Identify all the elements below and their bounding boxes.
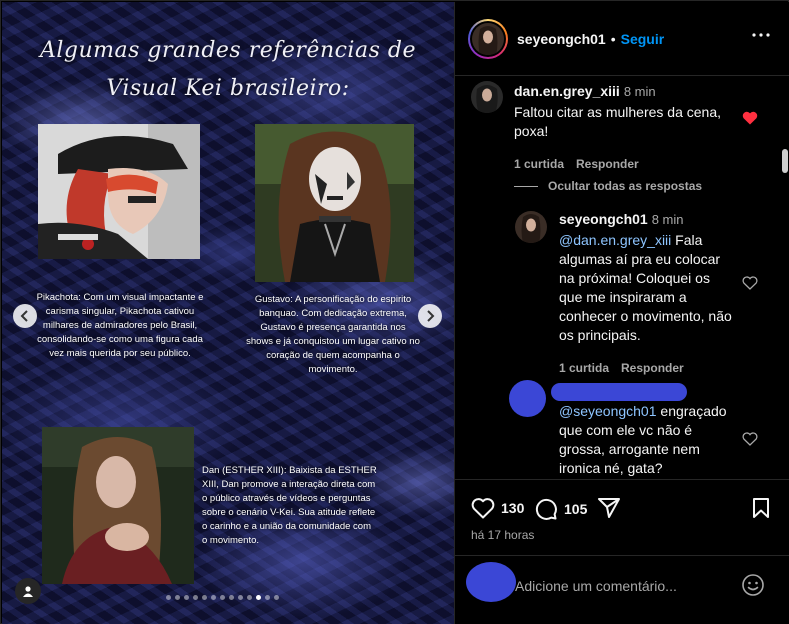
bookmark-icon: [753, 498, 769, 518]
carousel-dot: [202, 595, 207, 600]
reply: seyeongch01 8 min @dan.en.grey_xiii Fala …: [559, 211, 744, 375]
reply-username[interactable]: seyeongch01: [559, 211, 648, 227]
carousel-dot: [175, 595, 180, 600]
comment-count[interactable]: 105: [564, 501, 587, 517]
photo-gustavo: [255, 124, 414, 282]
reply-heart-icon[interactable]: [742, 432, 758, 446]
caption-gustavo: Gustavo: A personificação do espirito ba…: [246, 294, 420, 375]
reply-text-line: grossa, arrogante nem: [559, 441, 700, 457]
hide-replies-label: Ocultar todas as respostas: [548, 179, 703, 193]
reply-heart-icon[interactable]: [742, 276, 758, 290]
chevron-left-icon: [20, 310, 28, 322]
comment-text: Faltou citar as mulheres da cena, poxa!: [514, 103, 744, 141]
follow-button[interactable]: Seguir: [621, 31, 665, 47]
comment-username[interactable]: dan.en.grey_xiii: [514, 83, 620, 99]
photo-pikachota: [38, 124, 200, 259]
carousel-dot: [166, 595, 171, 600]
reply-text-line: na próxima! Coloquei os: [559, 270, 710, 286]
carousel-dot: [238, 595, 243, 600]
post-timestamp[interactable]: há 17 horas: [471, 528, 534, 542]
comment-bubble-icon: [535, 498, 557, 520]
reply-time: 8 min: [651, 212, 684, 227]
caption-pikachota: Pikachota: Com um visual impactante e ca…: [36, 292, 204, 359]
carousel-dot: [184, 595, 189, 600]
hide-replies-button[interactable]: Ocultar todas as respostas: [514, 179, 702, 193]
reply-text-line: que me inspiraram a: [559, 289, 687, 305]
comment-text-line: poxa!: [514, 123, 549, 139]
redacted-avatar: [509, 380, 546, 417]
carousel-dot: [211, 595, 216, 600]
media-title-line-1: Algumas grandes referências de: [40, 38, 416, 63]
reply-text-line: que com ele vc não é: [559, 422, 693, 438]
carousel-dot: [274, 595, 279, 600]
carousel-dot-active: [256, 595, 261, 600]
comment-time: 8 min: [623, 84, 656, 99]
more-options-icon[interactable]: [752, 32, 770, 38]
reply-mention[interactable]: @seyeongch01: [559, 403, 657, 419]
carousel-prev-button[interactable]: [13, 304, 37, 328]
comment-heart-filled-icon[interactable]: [742, 111, 758, 125]
reply-text-line: Fala: [675, 232, 703, 248]
post-media[interactable]: Algumas grandes referências de Visual Ke…: [2, 2, 454, 624]
reply-text: @seyeongch01 engraçado que com ele vc nã…: [559, 402, 744, 478]
heart-icon: [471, 498, 495, 519]
reply-text-line: algumas aí pra eu colocar: [559, 251, 721, 267]
comment: dan.en.grey_xiii 8 min Faltou citar as mu…: [514, 83, 744, 171]
carousel-next-button[interactable]: [418, 304, 442, 328]
reply-text-line: engraçado: [660, 403, 727, 419]
media-title-line-2: Visual Kei brasileiro:: [106, 76, 350, 101]
post-modal: Algumas grandes referências de Visual Ke…: [0, 0, 789, 624]
redacted-username: [551, 383, 687, 401]
user-icon: [23, 586, 33, 597]
share-button[interactable]: [597, 497, 621, 519]
reply-text: @dan.en.grey_xiii Fala algumas aí pra eu…: [559, 231, 744, 345]
reply-avatar[interactable]: [515, 211, 547, 243]
reply-text-line: conhecer o movimento, não: [559, 308, 732, 324]
comment-meta: 1 curtida Responder: [514, 157, 744, 171]
carousel-dot: [193, 595, 198, 600]
reply: @seyeongch01 engraçado que com ele vc nã…: [559, 402, 744, 478]
paper-plane-icon: [598, 498, 620, 518]
comment-text-line: Faltou citar as mulheres da cena,: [514, 104, 721, 120]
redacted-viewer-avatar: [466, 562, 516, 602]
reply-button[interactable]: Responder: [621, 361, 684, 375]
post-sidebar: seyeongch01 • Seguir dan.en.grey_xiii 8 m…: [454, 2, 789, 624]
header-separator: •: [610, 30, 616, 47]
like-count[interactable]: 130: [501, 500, 524, 516]
carousel-dot: [265, 595, 270, 600]
post-actions: 130 105 há 17 horas: [455, 479, 789, 555]
save-button[interactable]: [751, 497, 771, 519]
emoji-icon[interactable]: [741, 573, 765, 597]
comment-input[interactable]: Adicione um comentário...: [515, 578, 677, 594]
comments-list[interactable]: dan.en.grey_xiii 8 min Faltou citar as mu…: [455, 77, 789, 479]
like-button[interactable]: 130: [471, 497, 524, 519]
carousel-dot: [220, 595, 225, 600]
reply-meta: 1 curtida Responder: [559, 361, 744, 375]
caption-dan: Dan (ESTHER XIII): Baixista da ESTHER XI…: [202, 465, 377, 546]
replies-divider: [514, 185, 538, 187]
comments-scrollbar[interactable]: [782, 149, 788, 173]
carousel-dot: [229, 595, 234, 600]
media-title: Algumas grandes referências de Visual Ke…: [2, 32, 454, 108]
reply-text-line: os principais.: [559, 327, 641, 343]
reply-button[interactable]: Responder: [576, 157, 639, 171]
comment-avatar[interactable]: [471, 81, 503, 113]
reply-text-line: ironica né, gata?: [559, 460, 663, 476]
comment-likes[interactable]: 1 curtida: [514, 157, 564, 171]
reply-likes[interactable]: 1 curtida: [559, 361, 609, 375]
add-comment-bar: Adicione um comentário...: [455, 555, 789, 624]
reply-mention[interactable]: @dan.en.grey_xiii: [559, 232, 671, 248]
post-header: seyeongch01 • Seguir: [455, 2, 789, 76]
author-avatar[interactable]: [468, 18, 508, 59]
chevron-right-icon: [427, 310, 435, 322]
carousel-dot: [247, 595, 252, 600]
tagged-users-button[interactable]: [15, 578, 41, 604]
comment-button[interactable]: 105: [534, 497, 587, 521]
author-username[interactable]: seyeongch01: [517, 31, 606, 47]
photo-dan: [42, 427, 194, 584]
carousel-indicator: [166, 595, 279, 600]
